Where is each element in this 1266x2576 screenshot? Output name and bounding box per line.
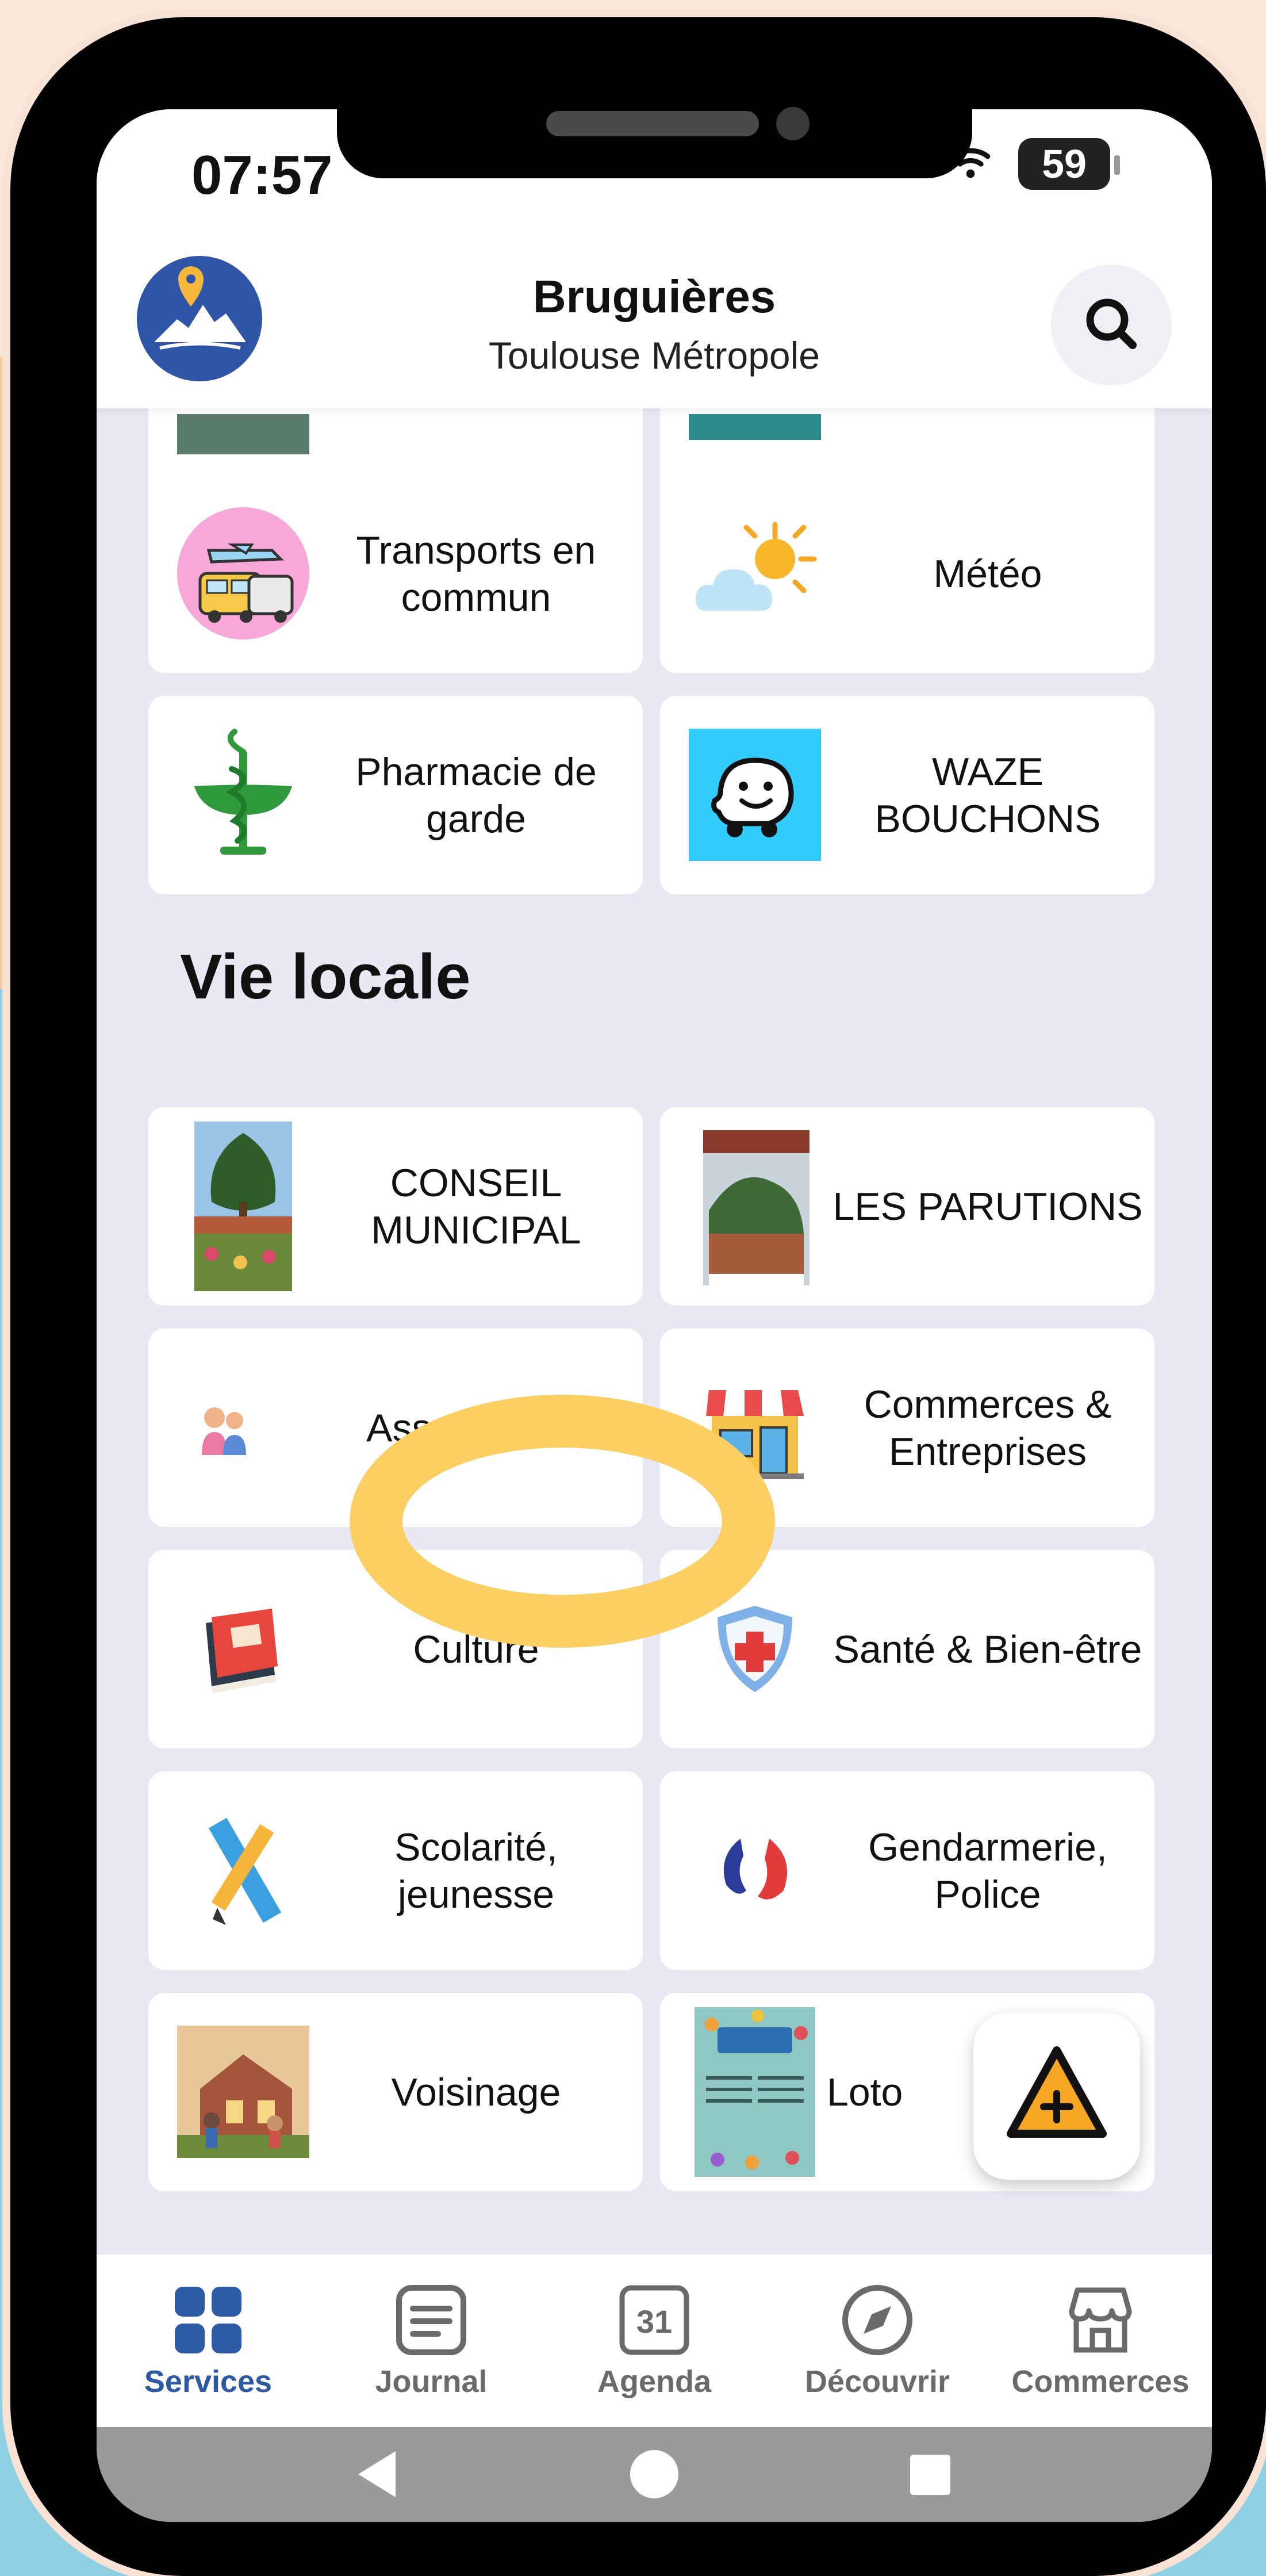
- app-header: Bruguières Toulouse Métropole: [97, 213, 1212, 408]
- pharmacy-icon: [177, 729, 309, 861]
- wifi-icon: [947, 139, 993, 194]
- tile-label: Loto: [827, 2070, 903, 2114]
- warning-plus-icon: [1007, 2046, 1107, 2138]
- nav-decouvrir[interactable]: Découvrir: [766, 2255, 989, 2427]
- people-icon: [197, 1400, 249, 1458]
- calendar-icon: 31: [619, 2285, 689, 2355]
- nav-label: Commerces: [1011, 2364, 1190, 2399]
- tile-image: [177, 414, 309, 454]
- tile-label: Gendarmerie, Police: [868, 1825, 1107, 1916]
- front-camera: [776, 107, 810, 140]
- lotos-poster: [695, 2007, 815, 2177]
- tile-waze[interactable]: WAZE BOUCHONS: [660, 696, 1154, 894]
- tree-photo: [194, 1122, 292, 1291]
- tile-gendarmerie[interactable]: Gendarmerie, Police: [660, 1771, 1154, 1970]
- nav-journal[interactable]: Journal: [320, 2255, 543, 2427]
- tile-pharmacie[interactable]: Pharmacie de garde: [148, 696, 643, 894]
- tile-transports[interactable]: Transports en commun: [148, 474, 643, 673]
- nav-commerces[interactable]: Commerces: [989, 2255, 1212, 2427]
- pencil-ruler-icon: [177, 1804, 309, 1936]
- waze-icon: [689, 729, 821, 861]
- tile-label: WAZE BOUCHONS: [874, 749, 1101, 841]
- system-nav-bar: [97, 2427, 1212, 2522]
- tile-label: Scolarité, jeunesse: [394, 1825, 558, 1916]
- tile-label: LES PARUTIONS: [833, 1184, 1143, 1228]
- tile-parutions[interactable]: LES PARUTIONS: [660, 1107, 1154, 1306]
- tile-label: Voisinage: [391, 2070, 561, 2114]
- tile-label: Transports en commun: [356, 528, 596, 619]
- home-icon[interactable]: [630, 2450, 678, 2498]
- journal-icon: [396, 2285, 466, 2355]
- page-subtitle: Toulouse Métropole: [488, 334, 820, 377]
- compass-icon: [842, 2285, 912, 2355]
- neighbors-illustration: [177, 2026, 309, 2158]
- weather-icon: [689, 507, 821, 640]
- tile-label: Santé & Bien-être: [833, 1627, 1142, 1671]
- nav-label: Services: [144, 2364, 273, 2399]
- tile-label: Météo: [933, 552, 1042, 596]
- nav-services[interactable]: Services: [97, 2255, 320, 2427]
- page-title: Bruguières: [532, 271, 776, 322]
- nav-label: Agenda: [597, 2364, 712, 2399]
- tile-label: Pharmacie de garde: [355, 749, 597, 841]
- battery-tip: [1114, 155, 1120, 175]
- calendar-day: 31: [636, 2303, 672, 2340]
- section-title: Vie locale: [180, 941, 471, 1012]
- search-button[interactable]: [1051, 265, 1172, 385]
- grid-icon: [175, 2287, 241, 2353]
- back-icon[interactable]: [358, 2451, 396, 2497]
- search-icon: [1086, 298, 1137, 349]
- speaker-grille: [546, 111, 759, 136]
- recents-icon[interactable]: [910, 2455, 950, 2495]
- tile-meteo[interactable]: Météo: [660, 474, 1154, 673]
- tile-conseil-municipal[interactable]: CONSEIL MUNICIPAL: [148, 1107, 643, 1306]
- nav-label: Journal: [375, 2364, 488, 2399]
- nav-label: Découvrir: [804, 2364, 950, 2399]
- report-button[interactable]: [973, 2013, 1140, 2180]
- tile-label: CONSEIL MUNICIPAL: [371, 1161, 581, 1252]
- tile-image: [689, 414, 821, 440]
- nav-agenda[interactable]: 31 Agenda: [543, 2255, 766, 2427]
- police-icon: [689, 1804, 821, 1936]
- tile-voisinage[interactable]: Voisinage: [148, 1993, 643, 2191]
- tile-label: Commerces & Entreprises: [864, 1382, 1112, 1473]
- book-icon: [177, 1583, 309, 1715]
- bottom-nav: Services Journal 31 Agenda Découvrir Com…: [97, 2255, 1212, 2427]
- phone-frame: 07:57 59 Bruguières Toulouse Métropole T…: [10, 17, 1266, 2576]
- bus-plane-icon: [177, 507, 309, 640]
- magazine-cover: [703, 1130, 810, 1285]
- highlight-circle: [350, 1395, 775, 1648]
- battery-indicator: 59: [1018, 138, 1110, 190]
- app-screen: 07:57 59 Bruguières Toulouse Métropole T…: [97, 109, 1212, 2522]
- tile-scolarite[interactable]: Scolarité, jeunesse: [148, 1771, 643, 1970]
- status-time: 07:57: [191, 144, 333, 206]
- store-icon: [1069, 2287, 1132, 2353]
